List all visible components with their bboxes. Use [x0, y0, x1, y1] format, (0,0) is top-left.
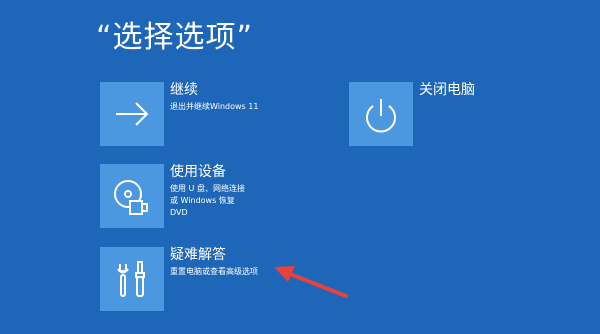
annotation-arrow-icon [274, 266, 348, 298]
